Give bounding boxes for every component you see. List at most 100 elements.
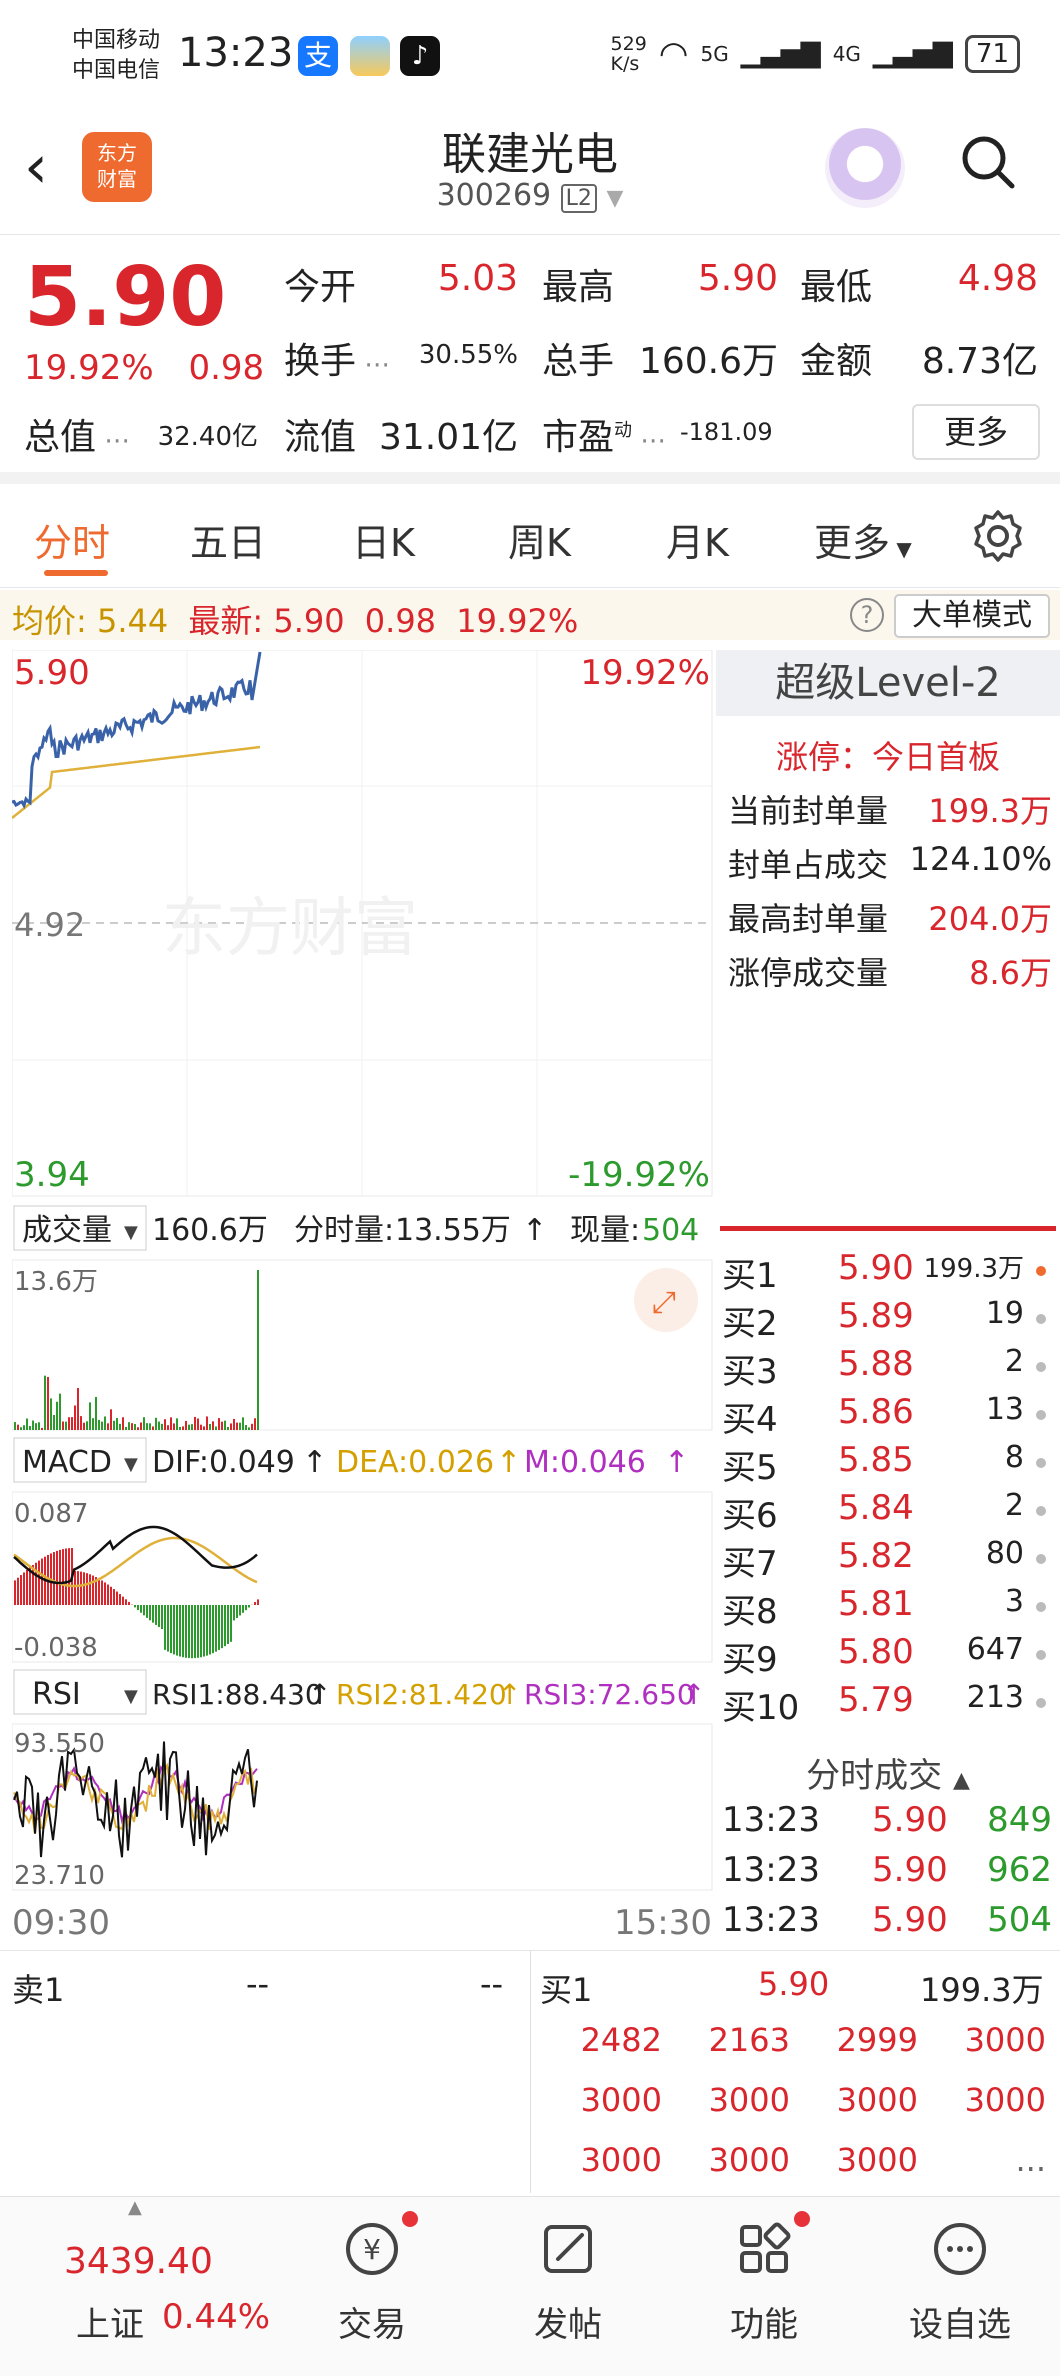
macd-bar	[74, 1570, 76, 1605]
open-label: 今开	[284, 267, 357, 308]
bid-price: 5.79	[838, 1680, 914, 1720]
ai-assistant-robot-icon[interactable]	[825, 128, 905, 208]
bid-volume: 647	[966, 1632, 1024, 1667]
volume-bar	[209, 1423, 211, 1430]
bid-row[interactable]: 买8 5.81 3	[722, 1584, 1052, 1632]
low-label: 最低	[800, 267, 873, 308]
tab-intraday[interactable]: 分时	[34, 512, 110, 567]
queue-divider	[530, 1951, 531, 2193]
bid-row[interactable]: 买10 5.79 213	[722, 1680, 1052, 1728]
nav-functions[interactable]: 功能	[664, 2197, 864, 2376]
volume-bar	[32, 1420, 34, 1430]
notification-dot	[402, 2211, 418, 2227]
macd-bar	[185, 1605, 187, 1658]
tab-weekly-k[interactable]: 周K	[508, 512, 571, 567]
volume-bar	[170, 1417, 172, 1430]
active-tab-indicator	[44, 570, 108, 576]
macd-bar	[53, 1552, 55, 1605]
bid-row[interactable]: 买7 5.82 80	[722, 1536, 1052, 1584]
nav-add-watchlist[interactable]: 设自选	[860, 2197, 1060, 2376]
volume-bar	[26, 1418, 28, 1430]
bid-price: 5.80	[838, 1632, 914, 1672]
level2-row-value: 8.6万	[969, 954, 1052, 992]
macd-bar	[86, 1573, 88, 1605]
volume-bar	[23, 1425, 25, 1430]
volume-bar	[44, 1375, 46, 1430]
search-icon[interactable]	[958, 132, 1018, 192]
nav-trade[interactable]: ¥ 交易	[272, 2197, 472, 2376]
macd-bar	[179, 1605, 181, 1657]
bid-row[interactable]: 买9 5.80 647	[722, 1632, 1052, 1680]
volume-bar	[197, 1418, 199, 1430]
notification-dot	[794, 2211, 810, 2227]
bid-volume: 3	[1004, 1584, 1024, 1619]
macd-bar	[227, 1605, 229, 1645]
level2-title[interactable]: 超级Level-2	[716, 650, 1060, 716]
info-dots-icon[interactable]: ⋯	[356, 350, 390, 380]
macd-bar	[197, 1605, 199, 1658]
nav-functions-label: 功能	[730, 2305, 798, 2345]
volume-bar	[152, 1426, 154, 1430]
macd-bar	[143, 1605, 145, 1616]
caret-down-icon: ▼	[890, 537, 912, 561]
ticks-header[interactable]: 分时成交 ▲	[716, 1748, 1060, 1797]
tab-daily-k[interactable]: 日K	[352, 512, 415, 567]
svg-text:¥: ¥	[363, 2233, 381, 2266]
macd-dif: DIF:0.049	[152, 1445, 295, 1480]
gear-icon[interactable]	[970, 508, 1026, 564]
macd-bar	[215, 1605, 217, 1652]
open-value: 5.03	[437, 258, 518, 299]
macd-bar	[161, 1605, 163, 1630]
macd-panel: 0.087 -0.038	[12, 1491, 713, 1663]
latest-label: 最新:	[188, 602, 264, 640]
rsi-panel: 93.550 23.710	[12, 1723, 713, 1891]
bid-dot-icon	[1036, 1650, 1046, 1660]
info-dots-icon-3[interactable]: ⋯	[632, 426, 666, 456]
volume-bar	[164, 1419, 166, 1430]
tab-five-day[interactable]: 五日	[190, 512, 266, 567]
bid-row[interactable]: 买1 5.90 199.3万	[722, 1248, 1052, 1296]
macd-bar	[170, 1605, 172, 1654]
volume-bar	[86, 1421, 88, 1430]
dea-arrow-icon: ↑	[496, 1445, 521, 1480]
volume-bar	[236, 1422, 238, 1430]
alipay-icon: 支	[298, 36, 338, 76]
tab-more[interactable]: 更多 ▼	[814, 512, 912, 567]
weather-icon	[350, 36, 390, 76]
latest-pct: 19.92%	[456, 602, 579, 640]
intraday-chart-panel[interactable]: 东方财富 5.90 19.92% 4.92 3.94 -19.92% 成交量 ▼…	[12, 650, 714, 1950]
bid-row[interactable]: 买6 5.84 2	[722, 1488, 1052, 1536]
macd-bar	[254, 1602, 256, 1605]
trade-yen-icon: ¥	[346, 2223, 398, 2275]
volume-bar	[89, 1402, 91, 1430]
volume-bar	[161, 1423, 163, 1430]
index-ticker[interactable]: ▲ 3439.40 上证 0.44%	[0, 2197, 270, 2376]
chevron-down-icon: ▼	[606, 186, 624, 211]
tab-monthly-k[interactable]: 月K	[666, 512, 729, 567]
more-button[interactable]: 更多	[912, 404, 1040, 460]
volume-bar	[56, 1401, 58, 1430]
nav-post[interactable]: 发帖	[468, 2197, 668, 2376]
info-dots-icon-2[interactable]: ⋯	[96, 426, 130, 456]
volume-bar	[95, 1396, 97, 1430]
volume-bar	[251, 1423, 253, 1430]
volume-bar	[242, 1417, 244, 1430]
volume-bar	[215, 1426, 217, 1430]
bid-row[interactable]: 买4 5.86 13	[722, 1392, 1052, 1440]
rsi-axis-max: 93.550	[14, 1729, 105, 1759]
bid-row[interactable]: 买3 5.88 2	[722, 1344, 1052, 1392]
edit-pencil-icon	[544, 2225, 592, 2273]
big-order-mode-button[interactable]: 大单模式	[894, 594, 1050, 638]
macd-bar	[167, 1605, 169, 1652]
level2-row: 涨停成交量 8.6万	[728, 948, 1052, 994]
bid-level-label: 买7	[722, 1544, 778, 1584]
help-icon[interactable]: ?	[850, 598, 884, 632]
queue-order: 3000	[836, 2141, 918, 2179]
macd-bar	[122, 1596, 124, 1605]
volume-bar	[119, 1423, 121, 1430]
bid-row[interactable]: 买2 5.89 19	[722, 1296, 1052, 1344]
ask1-price: --	[246, 1965, 270, 2003]
tick-price: 5.90	[872, 1850, 948, 1890]
bid-row[interactable]: 买5 5.85 8	[722, 1440, 1052, 1488]
tick-price: 5.90	[872, 1900, 948, 1940]
